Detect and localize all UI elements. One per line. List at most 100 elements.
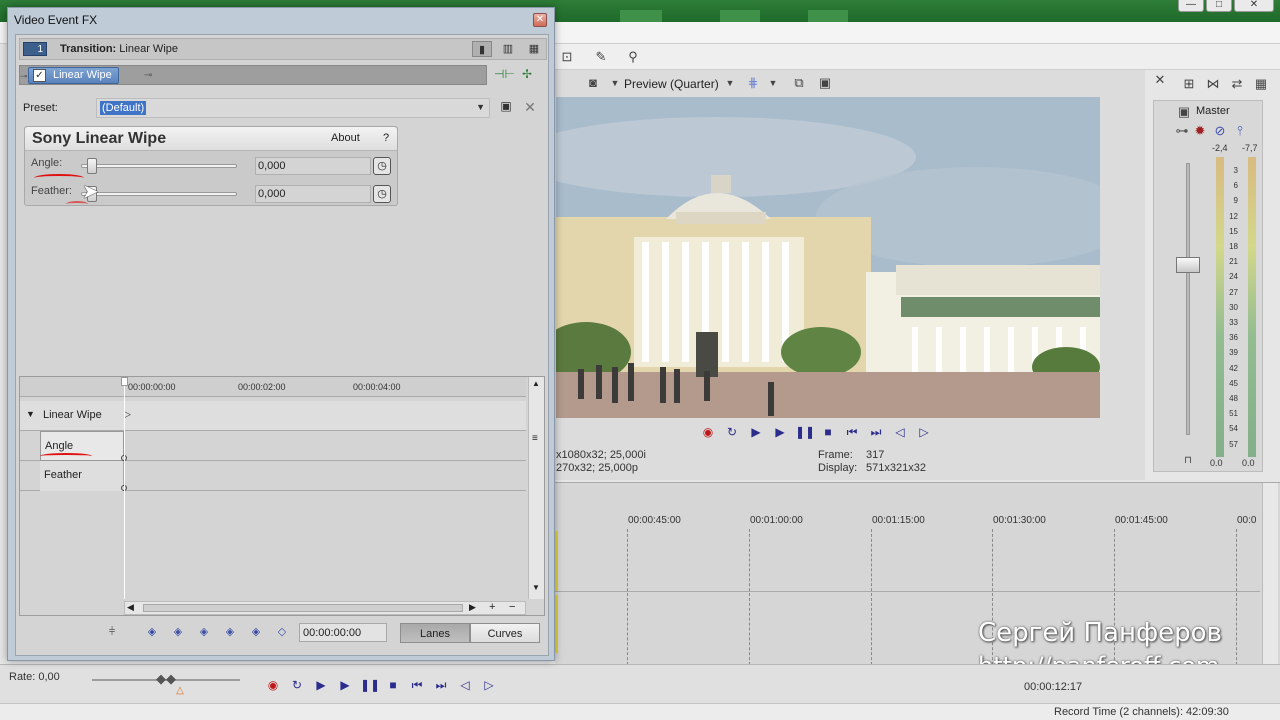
feather-value-field[interactable]: 0,000 <box>255 185 371 203</box>
scroll-up-icon[interactable]: ▲ <box>532 379 540 388</box>
about-button[interactable]: About <box>331 132 360 144</box>
help-button[interactable]: ? <box>383 132 389 144</box>
last-keyframe-icon[interactable]: ◈ <box>223 625 237 639</box>
pen-tool-icon[interactable]: ✎ <box>593 49 609 65</box>
go-to-start-button[interactable]: ⏮ <box>408 677 426 693</box>
meter-scale-label: 45 <box>1229 378 1238 388</box>
chevron-down-icon[interactable]: ▼ <box>607 75 623 91</box>
dialog-close-button[interactable]: ✕ <box>533 13 547 27</box>
save-preset-icon[interactable]: ▣ <box>498 99 514 115</box>
play-button[interactable]: ▶ <box>771 424 789 440</box>
mixer-menu-icon[interactable]: ▦ <box>1253 76 1269 92</box>
brush-tool-icon[interactable]: ⚲ <box>625 49 641 65</box>
view-columns-icon[interactable]: ▥ <box>498 41 518 57</box>
chevron-down-icon[interactable]: ▼ <box>722 75 738 91</box>
plugin-enable-checkbox[interactable]: ✓ <box>33 69 46 82</box>
minimize-button[interactable]: — <box>1178 0 1204 12</box>
lanes-button[interactable]: Lanes <box>400 623 470 643</box>
meter-scale-label: 42 <box>1229 363 1238 373</box>
preview-quality-label[interactable]: Preview (Quarter) <box>624 77 719 91</box>
mixer-insert-icon[interactable]: ⊞ <box>1181 76 1197 92</box>
mixer-insert-icon[interactable]: ⊶ <box>1174 123 1190 139</box>
remove-plugin-icon[interactable]: ✢ <box>518 67 536 83</box>
kf-group-row[interactable]: ▼ Linear Wipe ▷ <box>20 401 526 431</box>
plugin-chain-icon[interactable]: ⊣⊢ <box>494 67 515 83</box>
angle-slider-thumb[interactable] <box>87 158 97 174</box>
kf-track-feather[interactable]: Feather <box>20 461 526 491</box>
view-single-icon[interactable]: ▮ <box>472 41 492 57</box>
next-frame-button[interactable]: ▷ <box>480 677 498 693</box>
grid-line <box>749 529 750 665</box>
keyframe-cursor-handle[interactable] <box>121 377 128 386</box>
maximize-button[interactable]: □ <box>1206 0 1232 12</box>
keyframe-vscroll[interactable]: ▲ ≡ ▼ <box>528 377 544 599</box>
mixer-fx-icon[interactable]: ⋈ <box>1205 76 1221 92</box>
preview-transport: ◉ ↻ ▶ ▶ ❚❚ ■ ⏮ ⏭ ◁ ▷ <box>699 424 933 440</box>
add-keyframe-icon[interactable]: ◈ <box>249 625 263 639</box>
fx-gear-icon[interactable]: ✹ <box>1192 123 1208 139</box>
play-from-start-button[interactable]: ▶ <box>747 424 765 440</box>
scroll-left-icon[interactable]: ◀ <box>127 602 134 613</box>
close-window-button[interactable]: ✕ <box>1234 0 1274 12</box>
feather-animate-icon[interactable]: ◷ <box>373 185 391 203</box>
preview-settings-icon[interactable]: ◙ <box>585 75 601 91</box>
chain-number-badge: 1 <box>23 42 47 56</box>
record-button[interactable]: ◉ <box>264 677 282 693</box>
view-grid-icon[interactable]: ▦ <box>524 41 544 57</box>
record-button[interactable]: ◉ <box>699 424 717 440</box>
go-to-start-button[interactable]: ⏮ <box>843 424 861 440</box>
plugin-chip-linear-wipe[interactable]: ✓ Linear Wipe <box>28 67 119 84</box>
delete-keyframe-icon[interactable]: ◇ <box>275 625 289 639</box>
first-keyframe-icon[interactable]: ◈ <box>145 625 159 639</box>
loop-button[interactable]: ↻ <box>288 677 306 693</box>
hscroll-thumb[interactable] <box>143 604 463 612</box>
mute-icon[interactable]: ⊘ <box>1212 123 1228 139</box>
prev-frame-button[interactable]: ◁ <box>891 424 909 440</box>
prev-frame-button[interactable]: ◁ <box>456 677 474 693</box>
save-snapshot-icon[interactable]: ▣ <box>817 75 833 91</box>
next-frame-button[interactable]: ▷ <box>915 424 933 440</box>
keyframe-time-field[interactable]: 00:00:00:00 <box>299 623 387 642</box>
zoom-in-icon[interactable]: + <box>489 601 495 613</box>
preset-dropdown[interactable]: (Default) ▼ <box>96 98 490 118</box>
angle-slider-track[interactable] <box>81 164 237 168</box>
stop-button[interactable]: ■ <box>384 677 402 693</box>
scroll-grip-icon[interactable]: ≡ <box>532 433 538 444</box>
delete-preset-icon[interactable]: ✕ <box>522 99 538 115</box>
ruler-tick-label: 00:01:00:00 <box>750 515 803 526</box>
timeline-vscroll[interactable] <box>1262 483 1278 665</box>
level-right: 0.0 <box>1242 458 1255 468</box>
overlay-grid-icon[interactable]: ⋕ <box>745 75 761 91</box>
play-from-start-button[interactable]: ▶ <box>312 677 330 693</box>
sync-cursor-icon[interactable]: ⫩ <box>105 625 119 639</box>
next-keyframe-icon[interactable]: ◈ <box>197 625 211 639</box>
close-icon[interactable]: ✕ <box>1152 72 1168 88</box>
loop-button[interactable]: ↻ <box>723 424 741 440</box>
solo-icon[interactable]: ⫯ <box>1232 123 1248 139</box>
scroll-right-icon[interactable]: ▶ <box>469 602 476 613</box>
play-button[interactable]: ▶ <box>336 677 354 693</box>
stop-button[interactable]: ■ <box>819 424 837 440</box>
collapse-triangle-icon[interactable]: ▼ <box>26 409 35 419</box>
go-to-end-button[interactable]: ⏭ <box>432 677 450 693</box>
kf-track-angle[interactable]: Angle <box>20 431 526 461</box>
kf-track-name-feather[interactable]: Feather <box>40 461 124 491</box>
copy-snapshot-icon[interactable]: ⧉ <box>791 75 807 91</box>
mixer-bus-icon[interactable]: ⇄ <box>1229 76 1245 92</box>
master-fader[interactable] <box>1176 257 1200 273</box>
keyframe-hscroll[interactable]: ◀ ▶ + − <box>124 601 526 615</box>
go-to-end-button[interactable]: ⏭ <box>867 424 885 440</box>
pause-button[interactable]: ❚❚ <box>360 677 380 693</box>
zoom-out-icon[interactable]: − <box>509 601 515 613</box>
master-checkbox-icon[interactable]: ▣ <box>1176 104 1192 120</box>
feather-slider-track[interactable] <box>81 192 237 196</box>
angle-animate-icon[interactable]: ◷ <box>373 157 391 175</box>
prev-keyframe-icon[interactable]: ◈ <box>171 625 185 639</box>
pause-button[interactable]: ❚❚ <box>795 424 815 440</box>
angle-value-field[interactable]: 0,000 <box>255 157 371 175</box>
curves-button[interactable]: Curves <box>470 623 540 643</box>
scroll-down-icon[interactable]: ▼ <box>532 583 540 592</box>
chevron-down-icon[interactable]: ▼ <box>765 75 781 91</box>
snapshot-icon[interactable]: ⊡ <box>559 49 575 65</box>
lock-icon[interactable]: ⊓ <box>1180 453 1196 469</box>
